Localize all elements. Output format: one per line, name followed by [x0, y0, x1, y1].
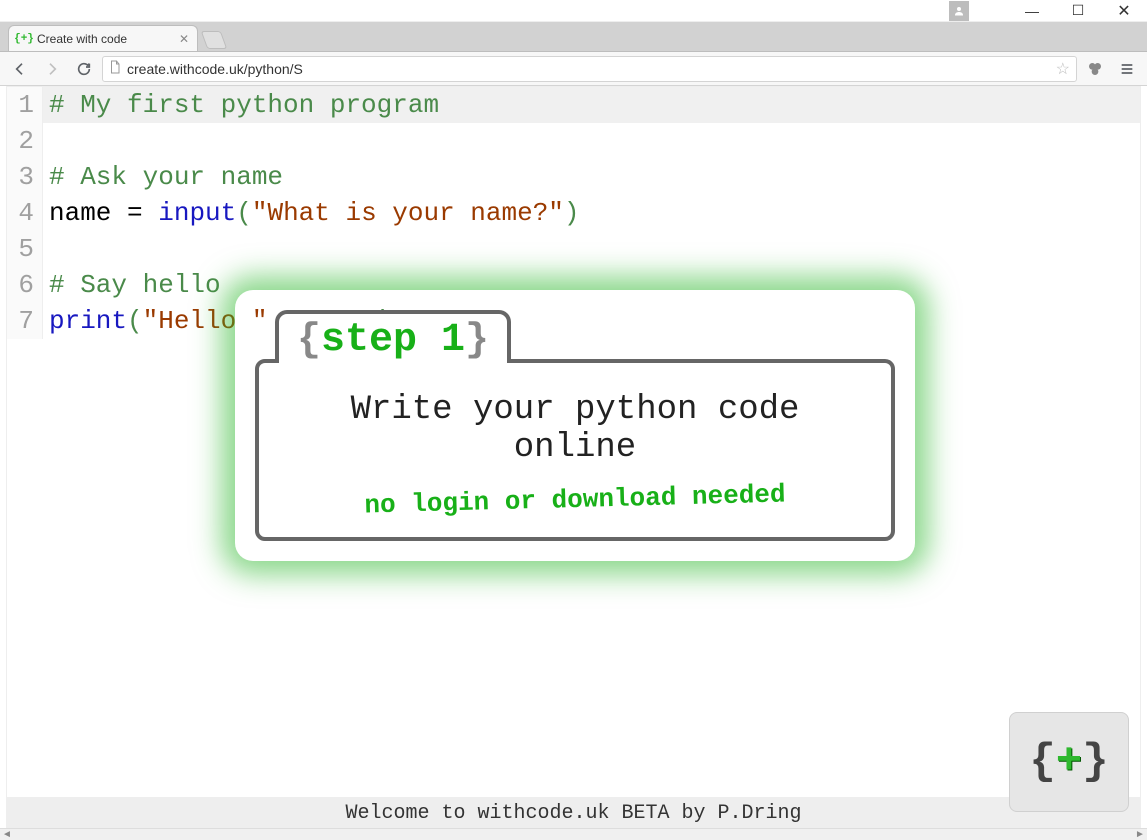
user-badge-icon[interactable] — [949, 1, 969, 21]
bookmark-star-icon[interactable]: ☆ — [1056, 59, 1070, 79]
scroll-left-icon[interactable]: ◄ — [0, 829, 14, 840]
logo-bracket-open-icon: { — [1029, 737, 1055, 787]
code-content[interactable] — [43, 123, 49, 159]
line-number: 7 — [7, 303, 43, 339]
horizontal-scrollbar[interactable]: ◄ ► — [0, 828, 1147, 840]
callout-step-label: step 1 — [321, 318, 465, 363]
code-line[interactable]: 3# Ask your name — [7, 159, 1140, 195]
window-titlebar: — ☐ ✕ — [0, 0, 1147, 22]
window-close-button[interactable]: ✕ — [1101, 0, 1147, 22]
new-tab-button[interactable] — [201, 31, 228, 49]
status-bar: Welcome to withcode.uk BETA by P.Dring — [6, 798, 1141, 828]
bracket-open-icon: { — [297, 318, 321, 363]
run-code-button[interactable]: {+} — [1009, 712, 1129, 812]
logo-plus-icon: + — [1056, 737, 1082, 787]
line-number: 1 — [7, 87, 43, 123]
scroll-track[interactable] — [14, 829, 1133, 840]
status-text: Welcome to withcode.uk BETA by P.Dring — [345, 802, 801, 825]
reload-button[interactable] — [70, 55, 98, 83]
line-number: 3 — [7, 159, 43, 195]
line-number: 5 — [7, 231, 43, 267]
favicon-icon: {+} — [17, 32, 31, 46]
code-content[interactable]: name = input("What is your name?") — [43, 195, 580, 231]
code-content[interactable]: # Ask your name — [43, 159, 283, 195]
line-number: 4 — [7, 195, 43, 231]
tutorial-callout: {step 1} Write your python code online n… — [255, 310, 895, 541]
chrome-menu-button[interactable] — [1113, 55, 1141, 83]
tab-title: Create with code — [37, 32, 127, 46]
code-line[interactable]: 4name = input("What is your name?") — [7, 195, 1140, 231]
callout-tab: {step 1} — [275, 310, 511, 363]
bracket-close-icon: } — [465, 318, 489, 363]
code-content[interactable]: # My first python program — [43, 87, 439, 123]
logo-bracket-close-icon: } — [1082, 737, 1108, 787]
window-maximize-button[interactable]: ☐ — [1055, 0, 1101, 22]
code-content[interactable]: # Say hello — [43, 267, 221, 303]
page-icon — [109, 60, 121, 77]
tab-close-icon[interactable]: ✕ — [179, 32, 189, 46]
tab-strip: {+} Create with code ✕ — [0, 22, 1147, 52]
browser-toolbar: create.withcode.uk/python/S ☆ — [0, 52, 1147, 86]
browser-tab[interactable]: {+} Create with code ✕ — [8, 25, 198, 51]
callout-heading: Write your python code online — [283, 391, 867, 467]
address-bar[interactable]: create.withcode.uk/python/S ☆ — [102, 56, 1077, 82]
code-line[interactable]: 5 — [7, 231, 1140, 267]
code-line[interactable]: 2 — [7, 123, 1140, 159]
line-number: 6 — [7, 267, 43, 303]
url-text: create.withcode.uk/python/S — [127, 61, 303, 77]
callout-body: Write your python code online no login o… — [255, 359, 895, 541]
forward-button[interactable] — [38, 55, 66, 83]
window-minimize-button[interactable]: — — [1009, 0, 1055, 22]
callout-subtext: no login or download needed — [283, 477, 868, 522]
back-button[interactable] — [6, 55, 34, 83]
extensions-icon[interactable] — [1081, 55, 1109, 83]
scroll-right-icon[interactable]: ► — [1133, 829, 1147, 840]
code-content[interactable] — [43, 231, 49, 267]
code-line[interactable]: 1# My first python program — [7, 87, 1140, 123]
line-number: 2 — [7, 123, 43, 159]
